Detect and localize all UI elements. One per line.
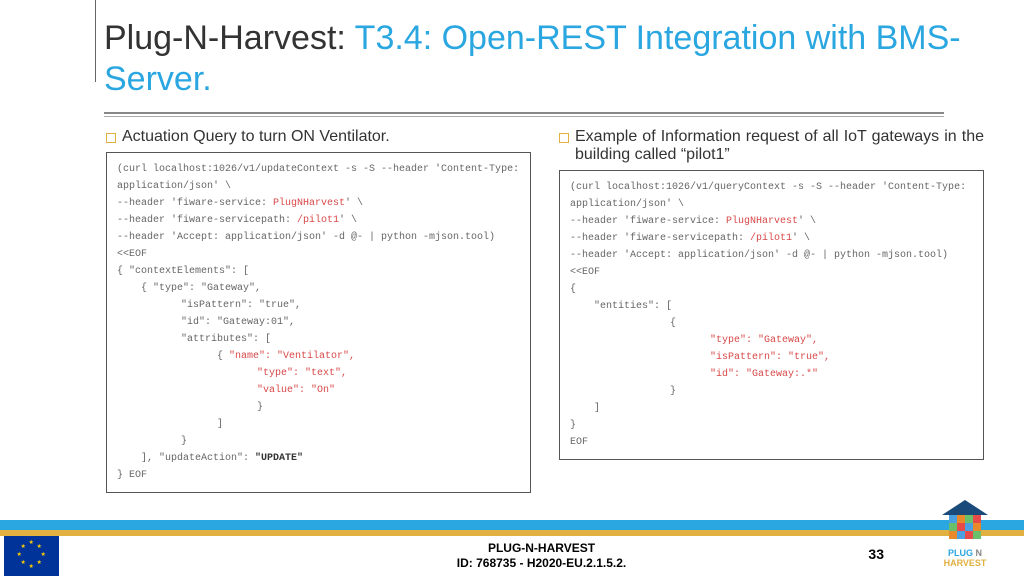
code-line: ], "updateAction": "UPDATE" — [117, 450, 520, 467]
slide-title: Plug-N-Harvest: T3.4: Open-REST Integrat… — [104, 18, 1024, 100]
right-code-box: (curl localhost:1026/v1/queryContext -s … — [559, 170, 984, 460]
code-line: { "type": "Gateway", — [117, 280, 520, 297]
code-line: --header 'Accept: application/json' -d @… — [117, 229, 520, 263]
code-line: --header 'fiware-service: PlugNHarvest' … — [117, 195, 520, 212]
title-subrule — [104, 116, 944, 117]
code-line: --header 'fiware-servicepath: /pilot1' \ — [570, 230, 973, 247]
title-divider — [95, 0, 96, 82]
code-line: (curl localhost:1026/v1/queryContext -s … — [570, 179, 973, 213]
bullet-icon — [559, 133, 569, 143]
code-line: "isPattern": "true", — [570, 349, 973, 366]
code-line: ] — [117, 416, 520, 433]
code-line: } — [570, 417, 973, 434]
page-number: 33 — [868, 546, 884, 562]
code-line: "entities": [ — [570, 298, 973, 315]
left-heading: Actuation Query to turn ON Ventilator. — [122, 128, 390, 146]
plug-harvest-logo: PLUG N HARVEST — [930, 506, 1000, 568]
code-line: --header 'Accept: application/json' -d @… — [570, 247, 973, 281]
code-line: "id": "Gateway:01", — [117, 314, 520, 331]
title-rule — [104, 112, 944, 114]
right-column: Example of Information request of all Io… — [559, 128, 984, 493]
code-line: EOF — [570, 434, 973, 451]
code-line: ] — [570, 400, 973, 417]
code-line: { "contextElements": [ — [117, 263, 520, 280]
code-line: (curl localhost:1026/v1/updateContext -s… — [117, 161, 520, 195]
code-line: { — [570, 315, 973, 332]
band-blue — [0, 520, 1024, 530]
right-heading: Example of Information request of all Io… — [575, 128, 984, 164]
code-line: "id": "Gateway:.*" — [570, 366, 973, 383]
code-line: "type": "text", — [117, 365, 520, 382]
code-line: --header 'fiware-service: PlugNHarvest' … — [570, 213, 973, 230]
code-line: } — [570, 383, 973, 400]
code-line: "value": "On" — [117, 382, 520, 399]
title-prefix: Plug-N-Harvest: — [104, 19, 355, 57]
left-code-box: (curl localhost:1026/v1/updateContext -s… — [106, 152, 531, 493]
code-line: "type": "Gateway", — [570, 332, 973, 349]
logo-text: PLUG N HARVEST — [930, 548, 1000, 568]
eu-flag-icon: ★★ ★★ ★★ ★★ — [4, 536, 59, 576]
bullet-icon — [106, 133, 116, 143]
code-line: { "name": "Ventilator", — [117, 348, 520, 365]
code-line: { — [570, 281, 973, 298]
left-column: Actuation Query to turn ON Ventilator. (… — [106, 128, 531, 493]
code-line: "isPattern": "true", — [117, 297, 520, 314]
code-line: } EOF — [117, 467, 520, 484]
code-line: --header 'fiware-servicepath: /pilot1' \ — [117, 212, 520, 229]
code-line: } — [117, 433, 520, 450]
code-line: "attributes": [ — [117, 331, 520, 348]
code-line: } — [117, 399, 520, 416]
house-icon — [942, 506, 988, 542]
